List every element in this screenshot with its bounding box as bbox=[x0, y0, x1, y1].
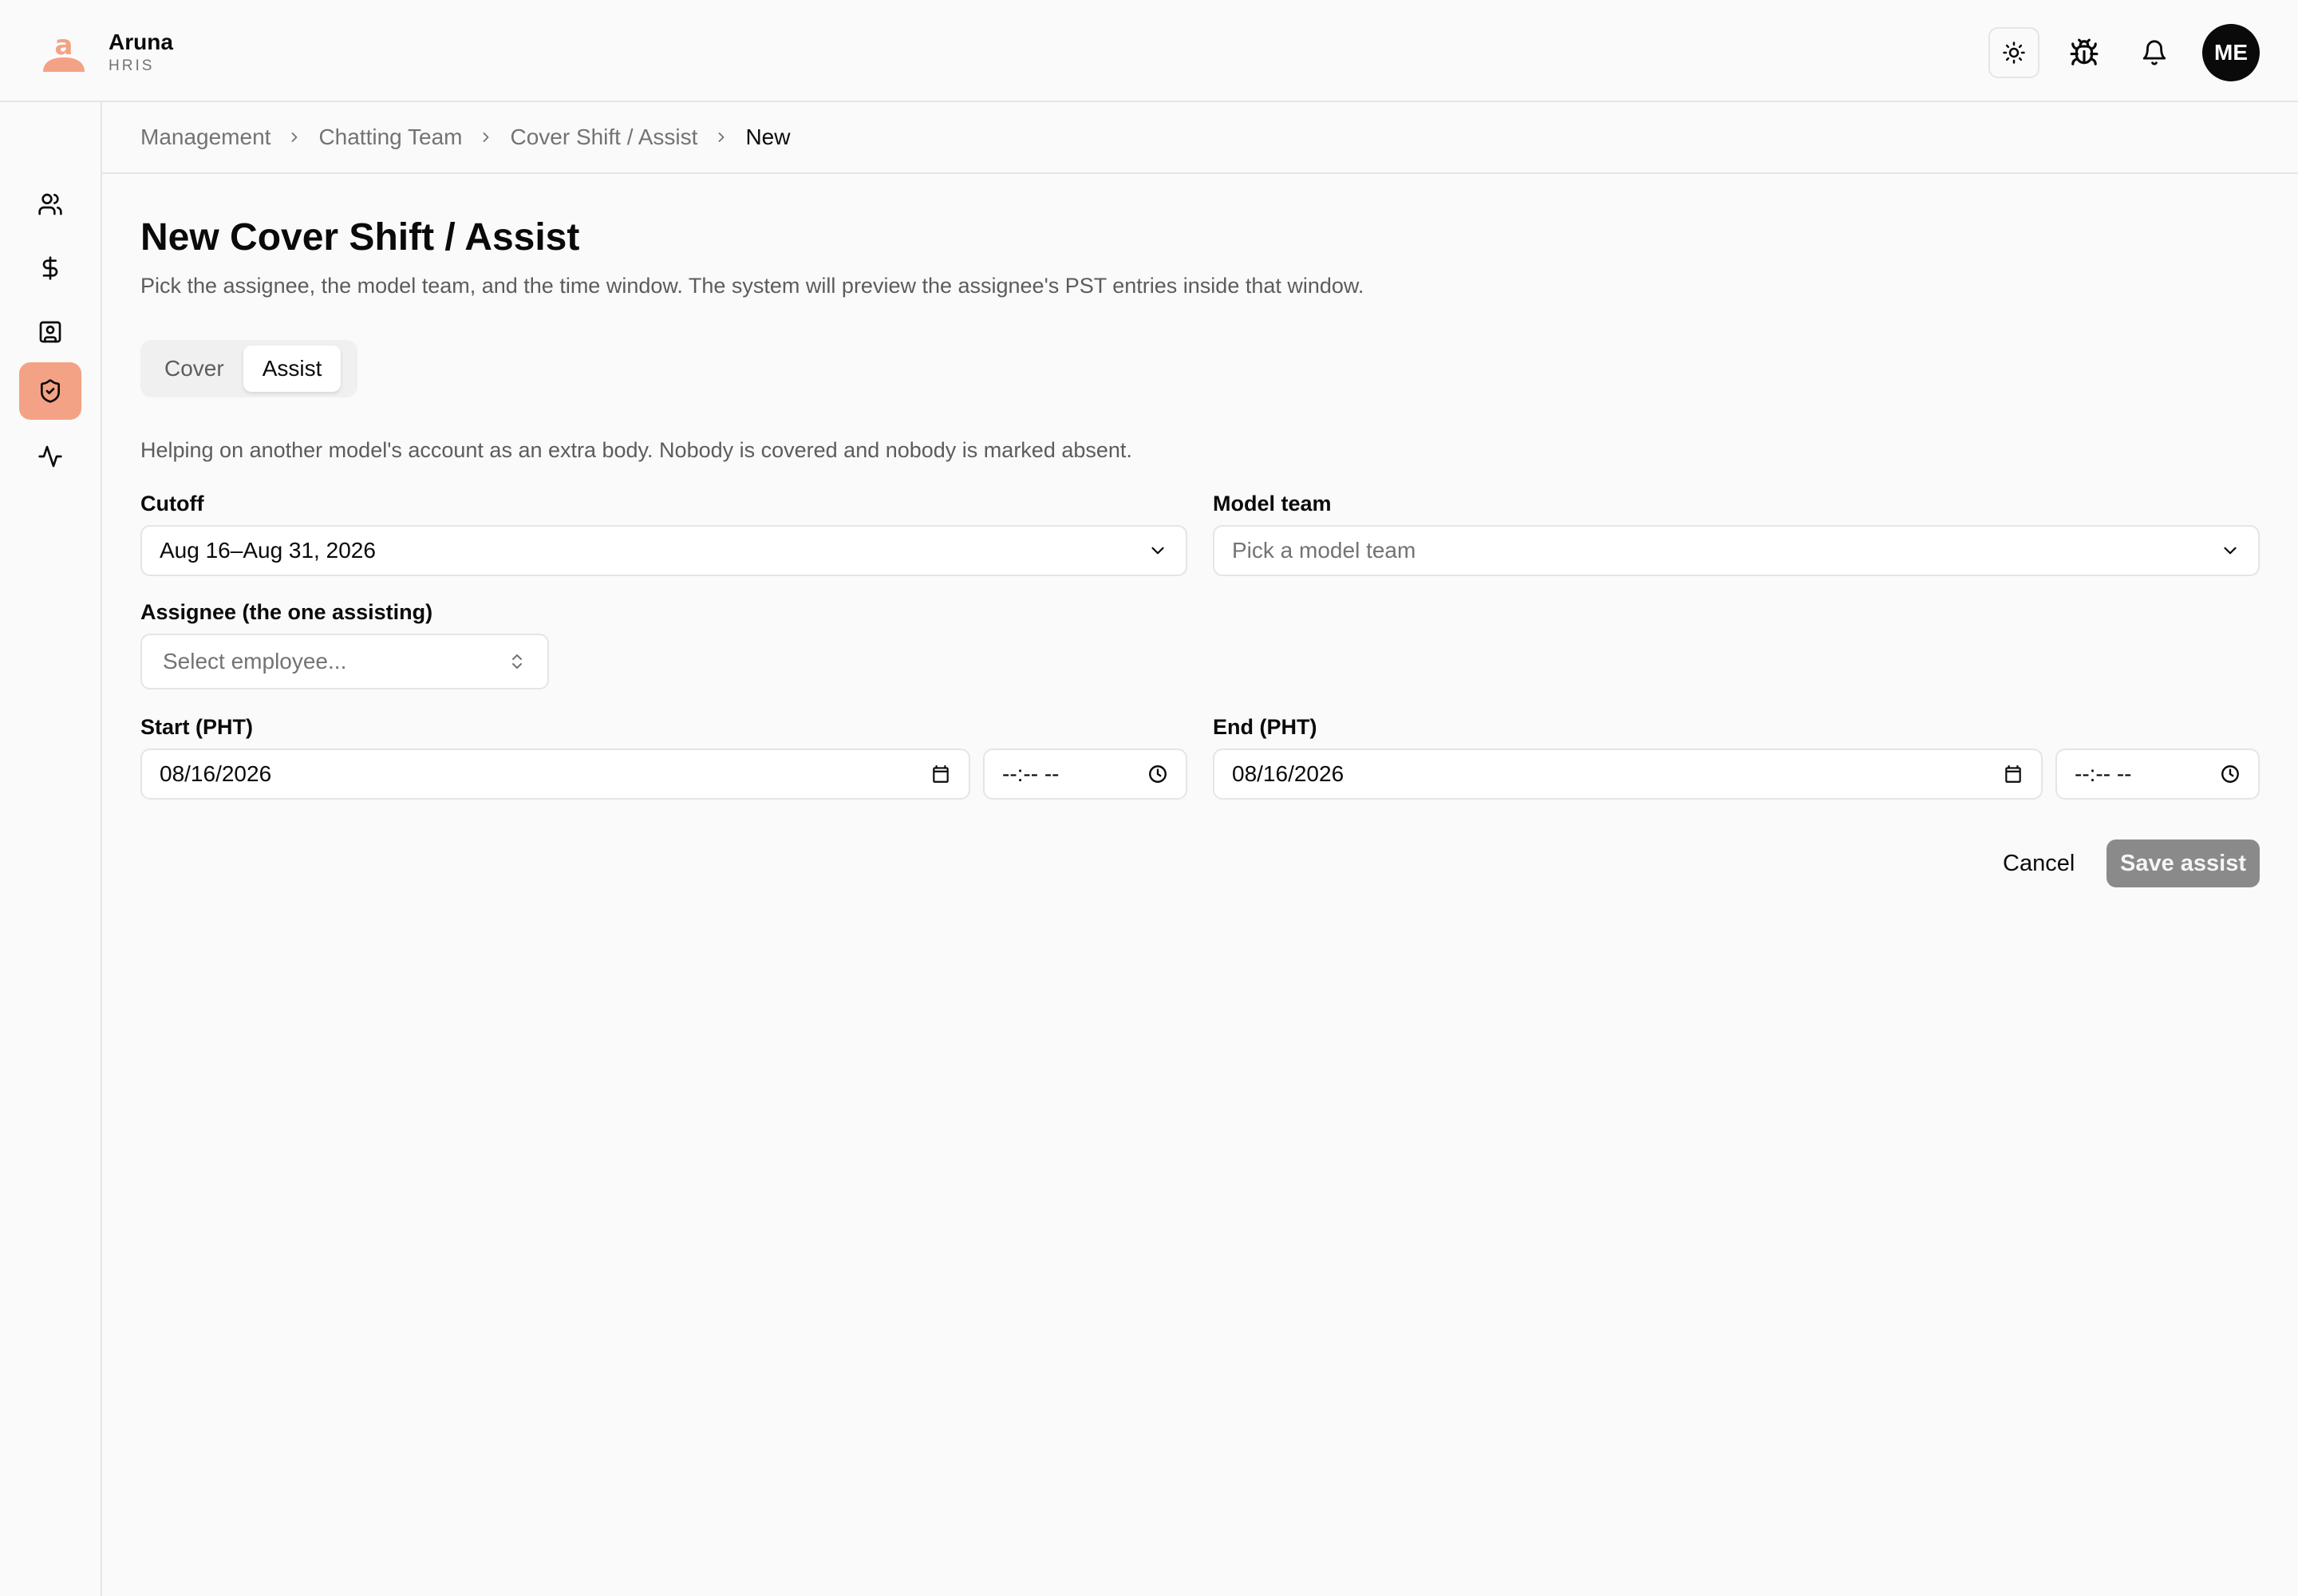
calendar-icon[interactable] bbox=[930, 764, 951, 784]
report-bug-button[interactable] bbox=[2059, 27, 2110, 78]
assignee-combobox[interactable]: Select employee... bbox=[140, 634, 549, 689]
breadcrumb-current: New bbox=[745, 124, 791, 149]
header-actions: ME bbox=[1969, 24, 2260, 81]
start-time-value: --:-- -- bbox=[1002, 761, 1060, 786]
assignee-placeholder: Select employee... bbox=[163, 649, 347, 674]
page-title: New Cover Shift / Assist bbox=[140, 216, 580, 259]
clock-icon[interactable] bbox=[2220, 764, 2241, 784]
calendar-icon[interactable] bbox=[2003, 764, 2024, 784]
tab-cover[interactable]: Cover bbox=[145, 346, 243, 392]
top-bar: a Aruna HRIS ME bbox=[0, 0, 2298, 102]
start-date-input[interactable]: 08/16/2026 bbox=[140, 749, 970, 800]
end-date-value: 08/16/2026 bbox=[1232, 761, 1344, 786]
page-description: Pick the assignee, the model team, and t… bbox=[140, 274, 1364, 298]
app-name: Aruna bbox=[109, 30, 173, 54]
sidebar-item-directory[interactable] bbox=[19, 303, 81, 361]
aruna-logo-icon: a bbox=[43, 30, 85, 72]
tab-assist[interactable]: Assist bbox=[243, 346, 342, 392]
clock-icon[interactable] bbox=[1147, 764, 1168, 784]
model-team-label: Model team bbox=[1213, 492, 1332, 516]
cutoff-select[interactable]: Aug 16–Aug 31, 2026 bbox=[140, 525, 1187, 576]
end-date-input[interactable]: 08/16/2026 bbox=[1213, 749, 2043, 800]
cutoff-label: Cutoff bbox=[140, 492, 204, 516]
svg-text:a: a bbox=[55, 30, 73, 61]
sidebar-item-activity[interactable] bbox=[19, 428, 81, 485]
breadcrumb-cover-shift-assist[interactable]: Cover Shift / Assist bbox=[510, 123, 697, 152]
breadcrumb-management[interactable]: Management bbox=[140, 123, 270, 152]
cancel-button[interactable]: Cancel bbox=[1982, 839, 2095, 887]
user-avatar[interactable]: ME bbox=[2202, 24, 2260, 81]
app-subtitle: HRIS bbox=[109, 57, 155, 74]
breadcrumb: Management Chatting Team Cover Shift / A… bbox=[140, 123, 790, 152]
chevrons-up-down-icon bbox=[507, 652, 527, 671]
dollar-icon bbox=[42, 256, 58, 280]
sidebar bbox=[0, 102, 102, 1596]
theme-toggle-button[interactable] bbox=[1988, 27, 2039, 78]
chevron-right-icon bbox=[713, 129, 729, 145]
chevron-right-icon bbox=[478, 129, 494, 145]
sun-icon bbox=[2003, 41, 2025, 64]
contact-card-icon bbox=[39, 321, 61, 343]
bell-icon bbox=[2142, 40, 2166, 65]
sidebar-item-people[interactable] bbox=[19, 176, 81, 233]
breadcrumb-chatting-team[interactable]: Chatting Team bbox=[318, 123, 462, 152]
bug-icon bbox=[2070, 38, 2099, 65]
assignee-label: Assignee (the one assisting) bbox=[140, 600, 433, 624]
users-icon bbox=[38, 193, 62, 215]
start-time-input[interactable]: --:-- -- bbox=[983, 749, 1187, 800]
model-team-placeholder: Pick a model team bbox=[1232, 538, 1416, 563]
sidebar-item-payroll[interactable] bbox=[19, 239, 81, 297]
chevron-down-icon bbox=[1147, 540, 1168, 561]
chevron-down-icon bbox=[2220, 540, 2241, 561]
save-assist-button[interactable]: Save assist bbox=[2106, 839, 2260, 887]
chevron-right-icon bbox=[286, 129, 302, 145]
cutoff-value: Aug 16–Aug 31, 2026 bbox=[160, 538, 376, 563]
start-date-value: 08/16/2026 bbox=[160, 761, 272, 786]
sidebar-item-management[interactable] bbox=[19, 362, 81, 420]
notifications-button[interactable] bbox=[2129, 27, 2180, 78]
model-team-select[interactable]: Pick a model team bbox=[1213, 525, 2260, 576]
shield-check-icon bbox=[41, 379, 60, 403]
assist-helper-text: Helping on another model's account as an… bbox=[140, 438, 1132, 462]
start-label: Start (PHT) bbox=[140, 715, 253, 739]
mode-tabs: Cover Assist bbox=[140, 340, 357, 397]
activity-icon bbox=[38, 445, 62, 468]
end-label: End (PHT) bbox=[1213, 715, 1317, 739]
brand[interactable]: a Aruna HRIS bbox=[40, 29, 173, 75]
breadcrumb-bar: Management Chatting Team Cover Shift / A… bbox=[102, 102, 2298, 174]
end-time-value: --:-- -- bbox=[2075, 761, 2132, 786]
end-time-input[interactable]: --:-- -- bbox=[2055, 749, 2260, 800]
